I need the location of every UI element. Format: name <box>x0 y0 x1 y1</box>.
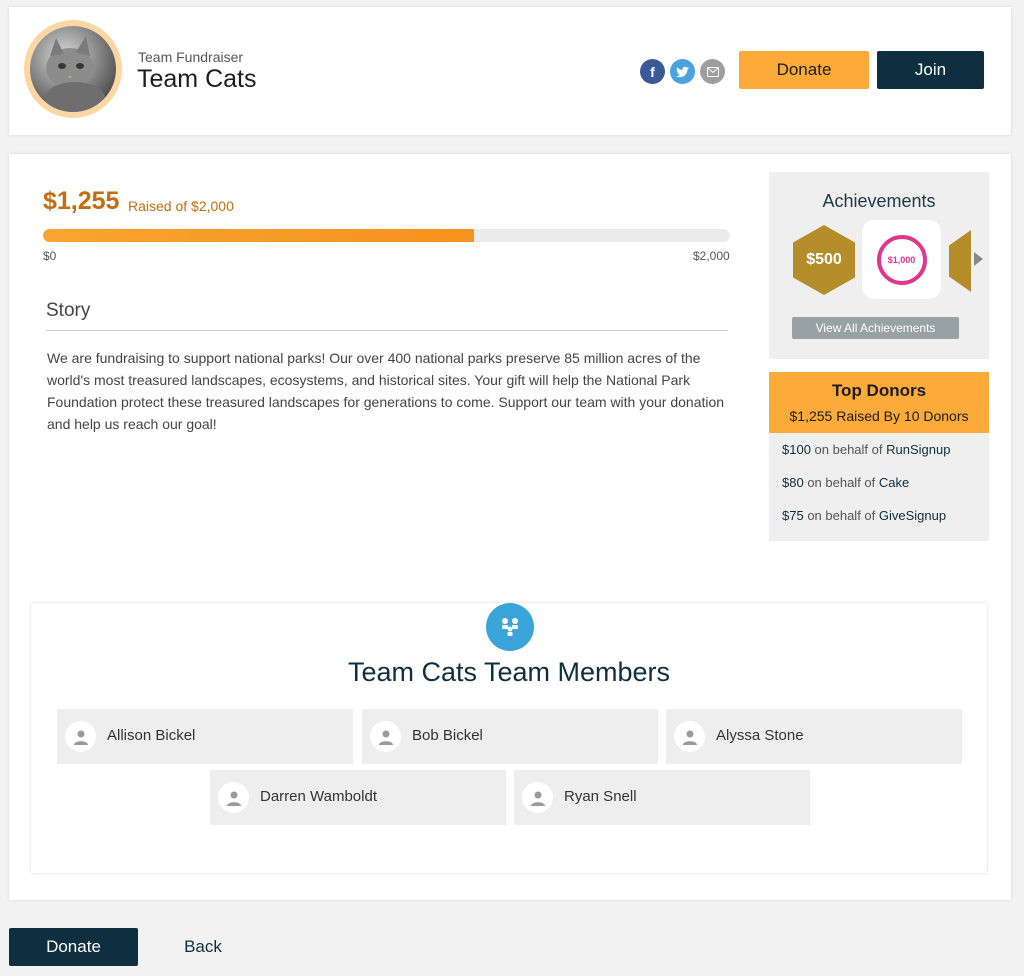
donor-amount: $80 <box>782 475 804 490</box>
donor-name: Cake <box>878 475 910 490</box>
join-button[interactable]: Join <box>877 51 984 89</box>
member-name: Allison Bickel <box>107 727 196 744</box>
team-icon <box>486 603 534 651</box>
bottom-donate-button[interactable]: Donate <box>9 928 138 966</box>
member-card[interactable]: Ryan Snell <box>514 770 810 825</box>
donor-amount: $75 <box>782 508 804 523</box>
story-text: We are fundraising to support national p… <box>47 350 725 432</box>
back-link[interactable]: Back <box>172 928 234 966</box>
achievement-badge-1000[interactable]: $1,000 <box>862 220 941 299</box>
top-donors-title: Top Donors <box>831 381 927 400</box>
team-members-panel: Team Cats Team Members Allison Bickel Bo… <box>31 603 987 873</box>
person-icon <box>370 721 401 752</box>
achievements-title: Achievements <box>822 191 936 211</box>
email-icon[interactable] <box>700 59 725 84</box>
member-name: Bob Bickel <box>412 727 483 744</box>
person-icon <box>522 782 553 813</box>
person-icon <box>674 721 705 752</box>
donor-row: $80 on behalf of Cake <box>782 475 909 490</box>
donor-name: GiveSignup <box>878 508 947 523</box>
view-all-achievements-button[interactable]: View All Achievements <box>792 317 959 339</box>
member-card[interactable]: Alyssa Stone <box>666 709 962 764</box>
header-card: Team Fundraiser Team Cats f Donate Join <box>9 7 1011 135</box>
raised-of-goal: Raised of $2,000 <box>128 198 234 214</box>
member-card[interactable]: Darren Wamboldt <box>210 770 506 825</box>
donor-name: RunSignup <box>886 442 951 457</box>
page-subtitle: Team Fundraiser <box>138 49 244 65</box>
progress-max-label: $2,000 <box>693 249 730 263</box>
story-heading: Story <box>46 300 91 321</box>
donor-amount: $100 <box>782 442 811 457</box>
cat-photo <box>30 26 116 112</box>
carousel-next-arrow-icon[interactable] <box>974 252 983 266</box>
badge-1000-label: $1,000 <box>876 234 927 285</box>
donor-row: $100 on behalf of RunSignup <box>782 442 950 457</box>
member-name: Darren Wamboldt <box>260 788 377 805</box>
story-divider <box>46 330 728 331</box>
member-name: Ryan Snell <box>564 788 637 805</box>
member-name: Alyssa Stone <box>716 727 804 744</box>
member-card[interactable]: Bob Bickel <box>362 709 658 764</box>
donate-button[interactable]: Donate <box>739 51 869 89</box>
main-card: $1,255 Raised of $2,000 $0 $2,000 Story … <box>9 154 1011 900</box>
achievement-badge-500[interactable]: $500 <box>793 225 855 295</box>
raised-amount: $1,255 <box>43 187 120 215</box>
facebook-icon[interactable]: f <box>640 59 665 84</box>
person-icon <box>65 721 96 752</box>
top-donors-subtitle: $1,255 Raised By 10 Donors <box>789 408 969 424</box>
progress-fill <box>43 229 475 242</box>
donor-text: on behalf of <box>803 475 879 490</box>
donor-row: $75 on behalf of GiveSignup <box>782 508 946 523</box>
donor-text: on behalf of <box>803 508 879 523</box>
team-avatar <box>24 20 122 118</box>
top-donors-header: Top Donors $1,255 Raised By 10 Donors <box>769 372 989 433</box>
top-donors-panel: Top Donors $1,255 Raised By 10 Donors $1… <box>769 372 989 541</box>
progress-bar <box>43 229 730 242</box>
member-card[interactable]: Allison Bickel <box>57 709 353 764</box>
page-title: Team Cats <box>137 65 257 93</box>
achievement-badge-partial[interactable] <box>949 230 971 292</box>
donor-text: on behalf of <box>810 442 887 457</box>
person-icon <box>218 782 249 813</box>
twitter-icon[interactable] <box>670 59 695 84</box>
team-members-title: Team Cats Team Members <box>347 657 671 687</box>
achievements-panel: Achievements $500 $1,000 View All Achiev… <box>769 172 989 359</box>
progress-min-label: $0 <box>43 249 57 263</box>
